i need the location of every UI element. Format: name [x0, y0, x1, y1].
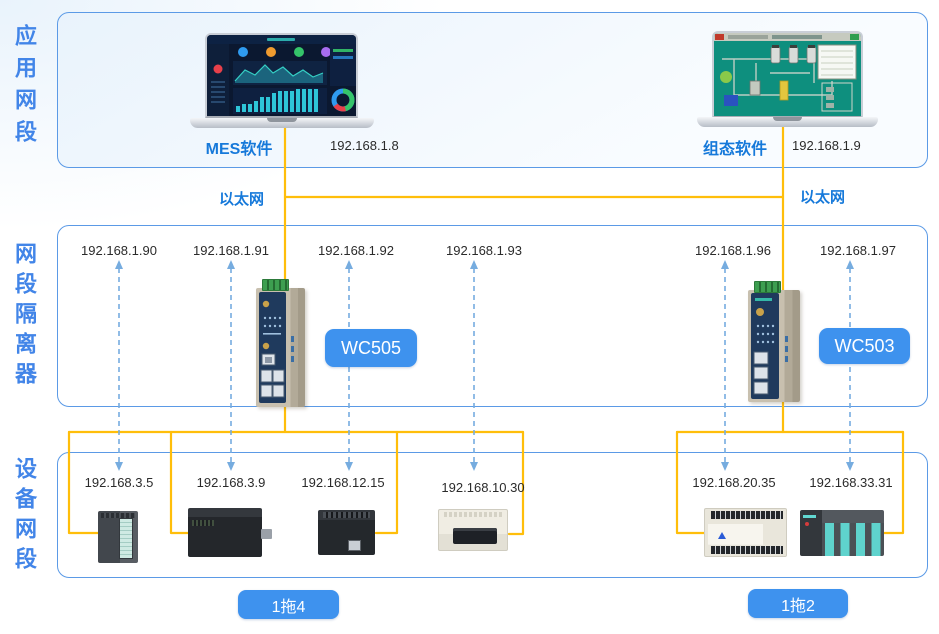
arrowheads [115, 260, 854, 471]
scada-laptop [697, 31, 878, 127]
compact-plc-icon [318, 510, 375, 555]
mes-dashboard-screen [205, 33, 358, 118]
device-ip-3: 192.168.10.30 [441, 480, 524, 495]
wc503-isolator-device [748, 290, 800, 402]
modular-plc-icon [800, 510, 884, 556]
isolator-ip-4: 192.168.1.96 [695, 243, 771, 258]
section-label-device: 设备网段 [11, 457, 37, 577]
isolator-ip-3: 192.168.1.93 [446, 243, 522, 258]
ethernet-label-right: 以太网 [800, 186, 845, 207]
wc503-label-pill: WC503 [819, 328, 910, 364]
mes-laptop [190, 33, 374, 128]
isolator-ip-5: 192.168.1.97 [820, 243, 896, 258]
delta-logo-icon [718, 532, 726, 539]
terminal-plc-icon [704, 508, 787, 557]
mes-dashboard-graphic [207, 35, 356, 116]
wc503-front-panel [748, 290, 800, 402]
rack-plc-icon [98, 511, 138, 563]
device-ip-0: 192.168.3.5 [85, 475, 154, 490]
network-topology-diagram: 应用网段 网段隔离器 设备网段 [0, 0, 939, 634]
isolator-ip-2: 192.168.1.92 [318, 243, 394, 258]
isolator-ip-0: 192.168.1.90 [81, 243, 157, 258]
brick-plc-icon [438, 509, 508, 551]
laptop-base [697, 117, 878, 127]
device-ip-5: 192.168.33.31 [809, 475, 892, 490]
wc505-isolator-device [256, 288, 305, 407]
group-label-1-to-2: 1拖2 [748, 589, 848, 618]
laptop-base [190, 118, 374, 128]
mes-ip: 192.168.1.8 [330, 138, 399, 153]
scada-software-label: 组态软件 [694, 135, 776, 159]
wc505-front-panel [256, 288, 305, 407]
device-ip-4: 192.168.20.35 [692, 475, 775, 490]
mes-software-label: MES软件 [196, 135, 282, 159]
scada-hmi-graphic [714, 33, 861, 116]
mapping-dashed-arrows [119, 268, 850, 463]
ethernet-label-left: 以太网 [219, 188, 264, 209]
scada-ip: 192.168.1.9 [792, 138, 861, 153]
scada-hmi-screen [712, 31, 863, 118]
din-rail-plc-icon [188, 508, 262, 557]
device-ip-1: 192.168.3.9 [197, 475, 266, 490]
wc505-label-pill: WC505 [325, 329, 417, 367]
group-label-1-to-4: 1拖4 [238, 590, 339, 619]
isolator-ip-1: 192.168.1.91 [193, 243, 269, 258]
device-ip-2: 192.168.12.15 [301, 475, 384, 490]
